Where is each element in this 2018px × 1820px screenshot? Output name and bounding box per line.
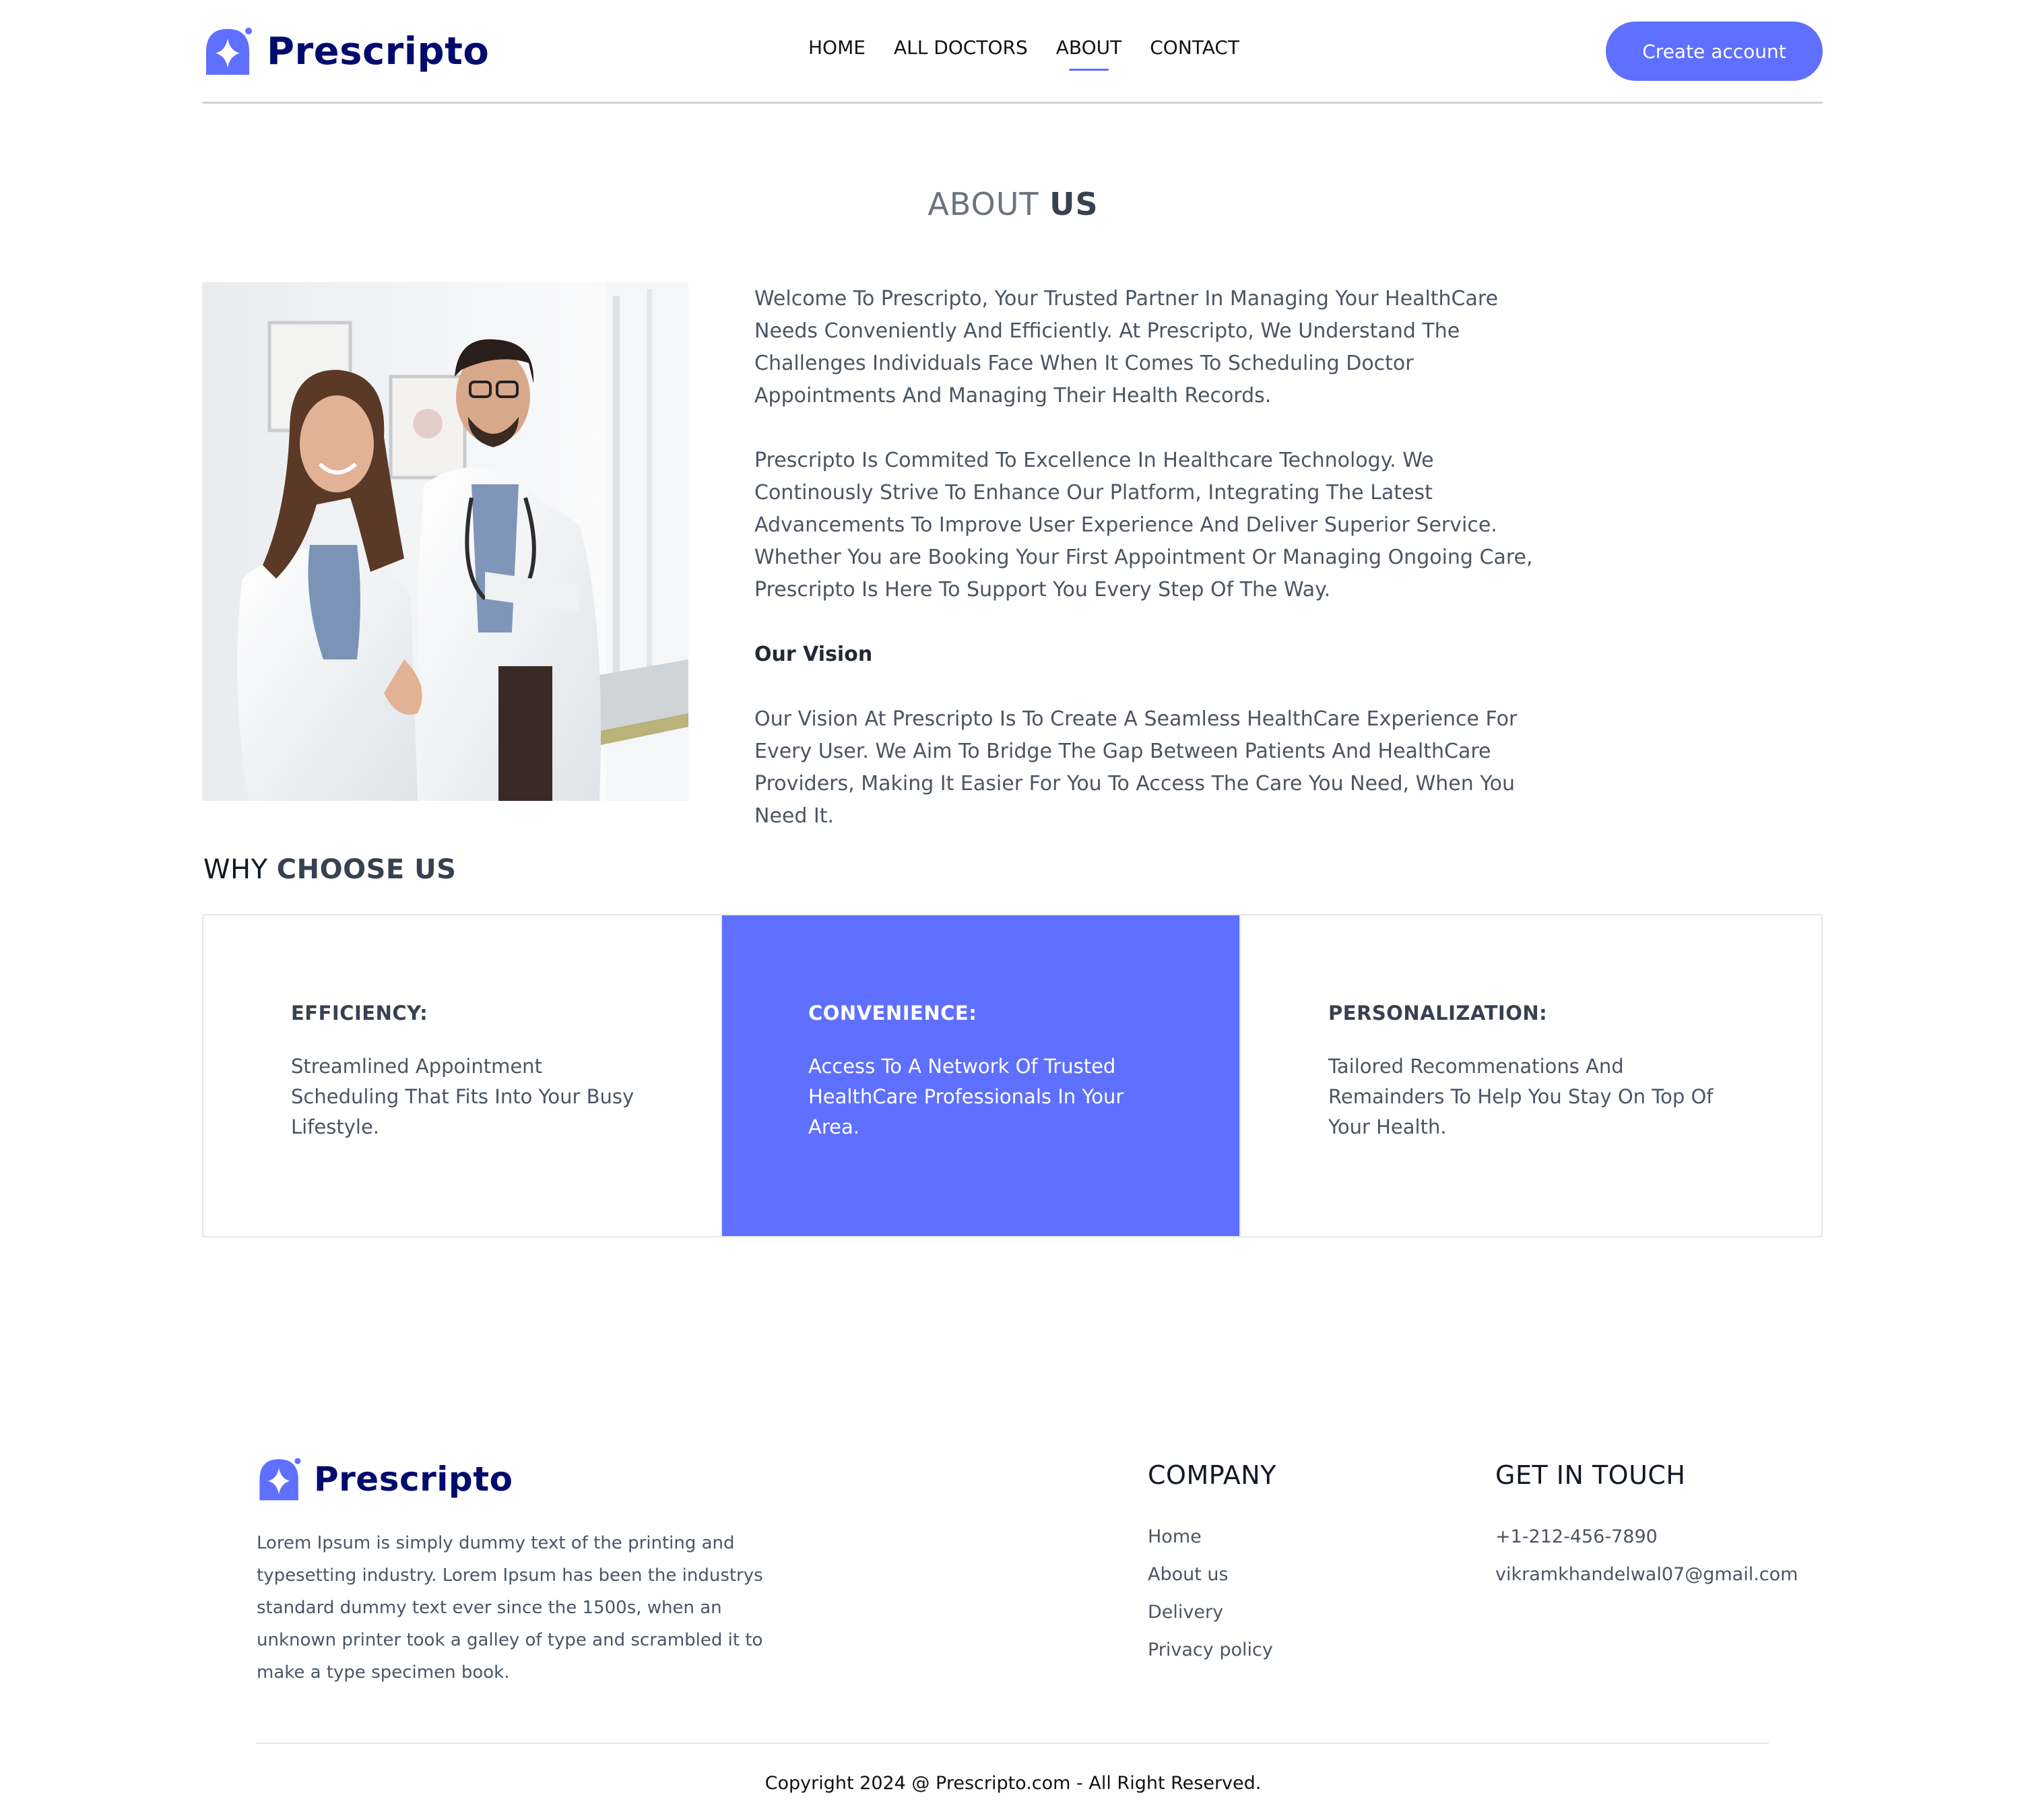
copyright-text: Copyright 2024 @ Prescripto.com - All Ri… (764, 1773, 1262, 1794)
card-text: Streamlined Appointment Scheduling That … (291, 1055, 634, 1138)
why-choose-us-title: WHY CHOOSE US (203, 854, 456, 885)
about-title-bold: US (1049, 186, 1099, 222)
card-text: Access To A Network Of Trusted HealthCar… (808, 1055, 1124, 1138)
footer-phone[interactable]: +1-212-456-7890 (1495, 1518, 1798, 1556)
footer-contact-list: +1-212-456-7890 vikramkhandelwal07@gmail… (1495, 1518, 1798, 1594)
feature-card-personalization[interactable]: PERSONALIZATION: Tailored Recommenations… (1241, 915, 1821, 1236)
nav-about[interactable]: ABOUT (1056, 36, 1121, 71)
header-divider (202, 102, 1823, 104)
footer-divider (256, 1743, 1769, 1744)
why-title-bold: CHOOSE US (276, 854, 457, 885)
logo-text: Prescripto (314, 1460, 513, 1499)
vision-heading: Our Vision (754, 643, 873, 666)
footer-logo[interactable]: Prescripto (256, 1454, 513, 1505)
footer-link-delivery[interactable]: Delivery (1148, 1594, 1273, 1631)
about-paragraph: Welcome To Prescripto, Your Trusted Part… (754, 287, 1499, 408)
about-title: ABOUT US (0, 186, 2018, 222)
feature-card-convenience[interactable]: CONVENIENCE: Access To A Network Of Trus… (722, 915, 1241, 1236)
about-paragraph: Prescripto Is Commited To Excellence In … (754, 449, 1533, 602)
nav-home[interactable]: HOME (808, 36, 866, 59)
about-title-light: ABOUT (927, 186, 1039, 222)
card-heading: EFFICIENCY: (291, 1002, 428, 1025)
footer-contact-heading: GET IN TOUCH (1495, 1460, 1686, 1490)
footer-company-links: Home About us Delivery Privacy policy (1148, 1518, 1273, 1669)
card-heading: CONVENIENCE: (808, 1002, 977, 1025)
doctors-photo (202, 282, 688, 801)
vision-text: Our Vision At Prescripto Is To Create A … (754, 707, 1518, 828)
card-text: Tailored Recommenations And Remainders T… (1328, 1055, 1714, 1138)
nav-contact[interactable]: CONTACT (1150, 36, 1239, 59)
footer-company-heading: COMPANY (1148, 1460, 1276, 1490)
header-logo[interactable]: Prescripto (202, 24, 489, 78)
about-content: Welcome To Prescripto, Your Trusted Part… (754, 283, 1556, 865)
footer-link-home[interactable]: Home (1148, 1518, 1273, 1556)
create-account-button[interactable]: Create account (1606, 22, 1823, 81)
feature-card-efficiency[interactable]: EFFICIENCY: Streamlined Appointment Sche… (203, 915, 722, 1236)
prescripto-logo-icon (202, 25, 255, 77)
footer-description: Lorem Ipsum is simply dummy text of the … (257, 1533, 763, 1683)
footer-email[interactable]: vikramkhandelwal07@gmail.com (1495, 1556, 1798, 1594)
main-nav: HOME ALL DOCTORS ABOUT CONTACT (808, 36, 1239, 71)
logo-text: Prescripto (267, 29, 490, 73)
nav-all-doctors[interactable]: ALL DOCTORS (894, 36, 1028, 59)
footer-link-about[interactable]: About us (1148, 1556, 1273, 1594)
prescripto-logo-icon (256, 1456, 303, 1503)
footer-link-privacy[interactable]: Privacy policy (1148, 1631, 1273, 1669)
why-cards: EFFICIENCY: Streamlined Appointment Sche… (202, 914, 1823, 1237)
card-heading: PERSONALIZATION: (1328, 1002, 1548, 1025)
why-title-light: WHY (203, 854, 268, 885)
